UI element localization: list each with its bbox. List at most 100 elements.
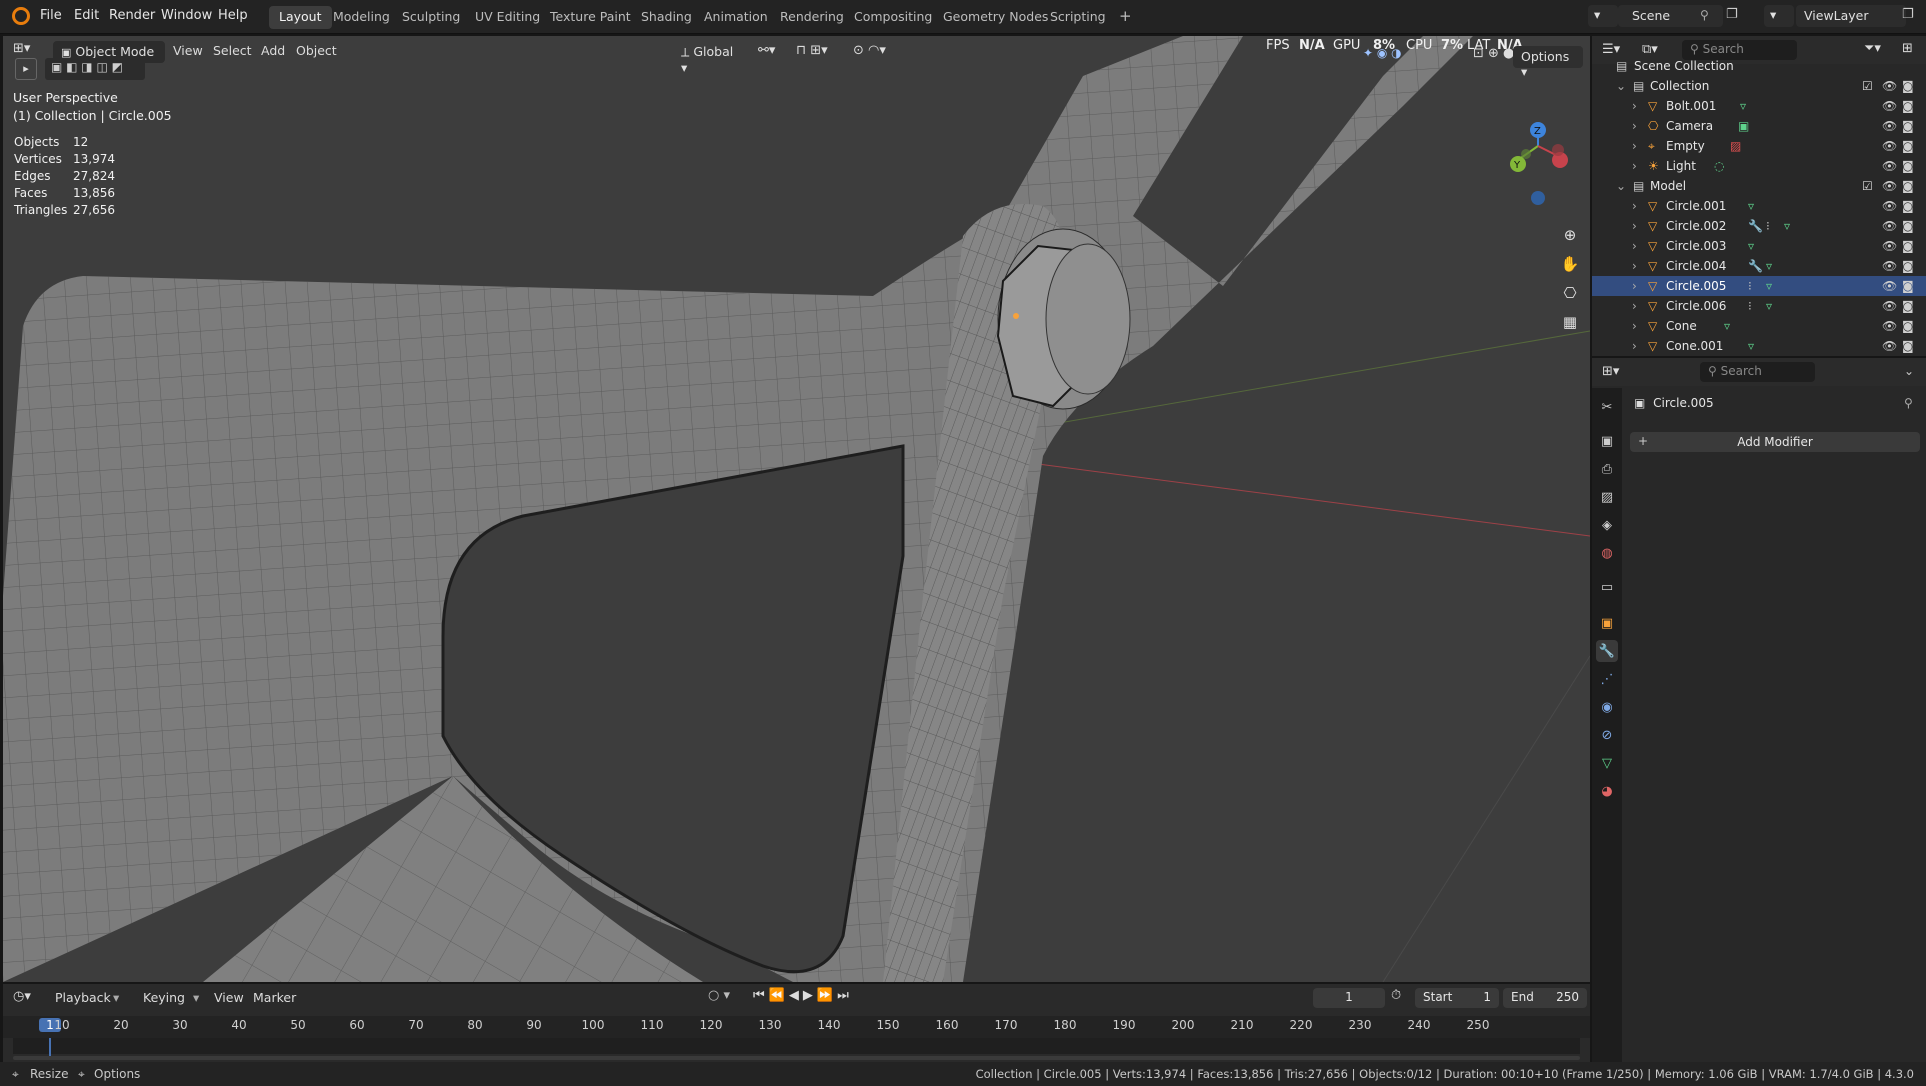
camera-render-icon[interactable]: ◙: [1902, 99, 1914, 113]
output-tab-icon[interactable]: ⎙: [1596, 458, 1618, 480]
camera-render-icon[interactable]: ◙: [1902, 79, 1914, 93]
chevron-right-icon[interactable]: ›: [1632, 219, 1637, 233]
navigation-gizmo[interactable]: Z Y: [1498, 86, 1578, 206]
outliner-item-empty[interactable]: › ⌖ Empty ▨ 👁 ◙: [1592, 136, 1926, 156]
timeline-editor-icon[interactable]: ◷▾: [13, 989, 31, 1004]
eye-icon[interactable]: 👁: [1882, 139, 1897, 153]
camera-render-icon[interactable]: ◙: [1902, 339, 1914, 353]
outliner-item-cone[interactable]: › ▽ Cone ▿ 👁 ◙: [1592, 316, 1926, 336]
camera-render-icon[interactable]: ◙: [1902, 139, 1914, 153]
auto-keying-icon[interactable]: ○ ▾: [708, 988, 730, 1003]
material-tab-icon[interactable]: ◕: [1596, 780, 1618, 802]
proportional-edit-icon[interactable]: ⊙ ◠▾: [853, 43, 886, 58]
filter-icon[interactable]: ⏷▾: [1864, 41, 1881, 56]
scene-tab-icon[interactable]: ◈: [1596, 514, 1618, 536]
outliner-item-circle005[interactable]: › ▽ Circle.005 ⁝ ▿ 👁 ◙: [1592, 276, 1926, 296]
chevron-down-icon[interactable]: ⌄: [1616, 179, 1626, 193]
camera-render-icon[interactable]: ◙: [1902, 319, 1914, 333]
camera-render-icon[interactable]: ◙: [1902, 199, 1914, 213]
properties-editor-icon[interactable]: ⊞▾: [1602, 364, 1619, 379]
outliner-item-circle002[interactable]: › ▽ Circle.002 🔧 ⁝ ▿ 👁 ◙: [1592, 216, 1926, 236]
menu-timeline-view[interactable]: View: [214, 990, 244, 1005]
data-tab-icon[interactable]: ▽: [1596, 752, 1618, 774]
ortho-grid-icon[interactable]: ▦: [1556, 308, 1584, 336]
chevron-right-icon[interactable]: ›: [1632, 139, 1637, 153]
camera-render-icon[interactable]: ◙: [1902, 239, 1914, 253]
tab-scripting[interactable]: Scripting: [1040, 6, 1116, 29]
current-frame-field[interactable]: 1: [1313, 988, 1385, 1008]
snap-icon[interactable]: ⊓ ⊞▾: [796, 43, 828, 58]
world-tab-icon[interactable]: ◍: [1596, 542, 1618, 564]
tab-modeling[interactable]: Modeling: [323, 6, 400, 29]
tab-texture-paint[interactable]: Texture Paint: [540, 6, 641, 29]
timeline-scrollbar[interactable]: [13, 1056, 1580, 1060]
menu-view[interactable]: View: [173, 43, 203, 58]
overlay-icons[interactable]: ✦ ◉ ◑: [1363, 46, 1402, 60]
tab-uv-editing[interactable]: UV Editing: [465, 6, 550, 29]
chevron-right-icon[interactable]: ›: [1632, 279, 1637, 293]
add-modifier-button[interactable]: + Add Modifier: [1630, 432, 1920, 452]
outliner-item-light[interactable]: › ☀ Light ◌ 👁 ◙: [1592, 156, 1926, 176]
new-viewlayer-icon[interactable]: ❐: [1902, 7, 1914, 22]
outliner-item-circle006[interactable]: › ▽ Circle.006 ⁝ ▿ 👁 ◙: [1592, 296, 1926, 316]
camera-render-icon[interactable]: ◙: [1902, 299, 1914, 313]
particles-tab-icon[interactable]: ⋰: [1596, 668, 1618, 690]
start-frame-field[interactable]: Start 1: [1415, 988, 1499, 1008]
playhead-line[interactable]: [49, 1038, 51, 1056]
selection-mode-icons[interactable]: ▣ ◧ ◨ ◫ ◩: [45, 58, 145, 80]
checkbox-icon[interactable]: ☑: [1862, 79, 1873, 93]
chevron-right-icon[interactable]: ›: [1632, 199, 1637, 213]
tab-rendering[interactable]: Rendering: [770, 6, 854, 29]
camera-render-icon[interactable]: ◙: [1902, 279, 1914, 293]
pan-hand-icon[interactable]: ✋: [1556, 250, 1584, 278]
chevron-right-icon[interactable]: ›: [1632, 159, 1637, 173]
outliner-item-circle004[interactable]: › ▽ Circle.004 🔧 ▿ 👁 ◙: [1592, 256, 1926, 276]
eye-icon[interactable]: 👁: [1882, 79, 1897, 93]
zoom-icon[interactable]: ⊕: [1556, 221, 1584, 249]
transform-orientation-dropdown[interactable]: ⟂ Global ▾: [673, 41, 751, 75]
select-box-tool-icon[interactable]: ▸: [15, 58, 37, 80]
camera-render-icon[interactable]: ◙: [1902, 259, 1914, 273]
menu-object[interactable]: Object: [296, 43, 337, 58]
menu-select[interactable]: Select: [213, 43, 252, 58]
outliner-editor-icon[interactable]: ☰▾: [1602, 42, 1620, 57]
render-tab-icon[interactable]: ▣: [1596, 430, 1618, 452]
end-frame-field[interactable]: End 250: [1503, 988, 1587, 1008]
blender-logo-icon[interactable]: [12, 7, 30, 25]
pivot-icon[interactable]: ⚯▾: [758, 43, 775, 58]
menu-add[interactable]: Add: [261, 43, 285, 58]
3d-viewport[interactable]: ⊞▾ ▣ Object Mode ▾ View Select Add Objec…: [3, 36, 1590, 982]
chevron-down-icon[interactable]: ⌄: [1616, 79, 1626, 93]
menu-marker[interactable]: Marker: [253, 990, 296, 1005]
tab-compositing[interactable]: Compositing: [844, 6, 942, 29]
camera-render-icon[interactable]: ◙: [1902, 159, 1914, 173]
constraints-tab-icon[interactable]: ⊘: [1596, 724, 1618, 746]
outliner-item-circle001[interactable]: › ▽ Circle.001 ▿ 👁 ◙: [1592, 196, 1926, 216]
collection-tab-icon[interactable]: ▭: [1596, 576, 1618, 598]
camera-render-icon[interactable]: ◙: [1902, 179, 1914, 193]
tab-sculpting[interactable]: Sculpting: [392, 6, 470, 29]
menu-playback[interactable]: Playback: [55, 990, 111, 1005]
pin-icon[interactable]: ⚲: [1700, 8, 1709, 22]
menu-help[interactable]: Help: [218, 8, 248, 23]
viewlayer-selector-icon[interactable]: ▾: [1764, 5, 1794, 27]
object-tab-icon[interactable]: ▣: [1596, 612, 1618, 634]
camera-render-icon[interactable]: ◙: [1902, 219, 1914, 233]
properties-search-input[interactable]: ⚲ Search: [1700, 362, 1815, 382]
eye-icon[interactable]: 👁: [1882, 239, 1897, 253]
chevron-right-icon[interactable]: ›: [1632, 339, 1637, 353]
chevron-right-icon[interactable]: ›: [1632, 319, 1637, 333]
chevron-right-icon[interactable]: ›: [1632, 239, 1637, 253]
eye-icon[interactable]: 👁: [1882, 159, 1897, 173]
menu-file[interactable]: File: [40, 8, 62, 23]
outliner-collection-model[interactable]: ⌄ ▤ Model ☑ 👁 ◙: [1592, 176, 1926, 196]
eye-icon[interactable]: 👁: [1882, 179, 1897, 193]
new-scene-icon[interactable]: ❐: [1726, 7, 1738, 22]
eye-icon[interactable]: 👁: [1882, 279, 1897, 293]
checkbox-icon[interactable]: ☑: [1862, 179, 1873, 193]
modifier-tab-icon[interactable]: 🔧: [1596, 640, 1618, 662]
eye-icon[interactable]: 👁: [1882, 219, 1897, 233]
eye-icon[interactable]: 👁: [1882, 199, 1897, 213]
menu-render[interactable]: Render: [109, 8, 155, 23]
chevron-right-icon[interactable]: ›: [1632, 119, 1637, 133]
